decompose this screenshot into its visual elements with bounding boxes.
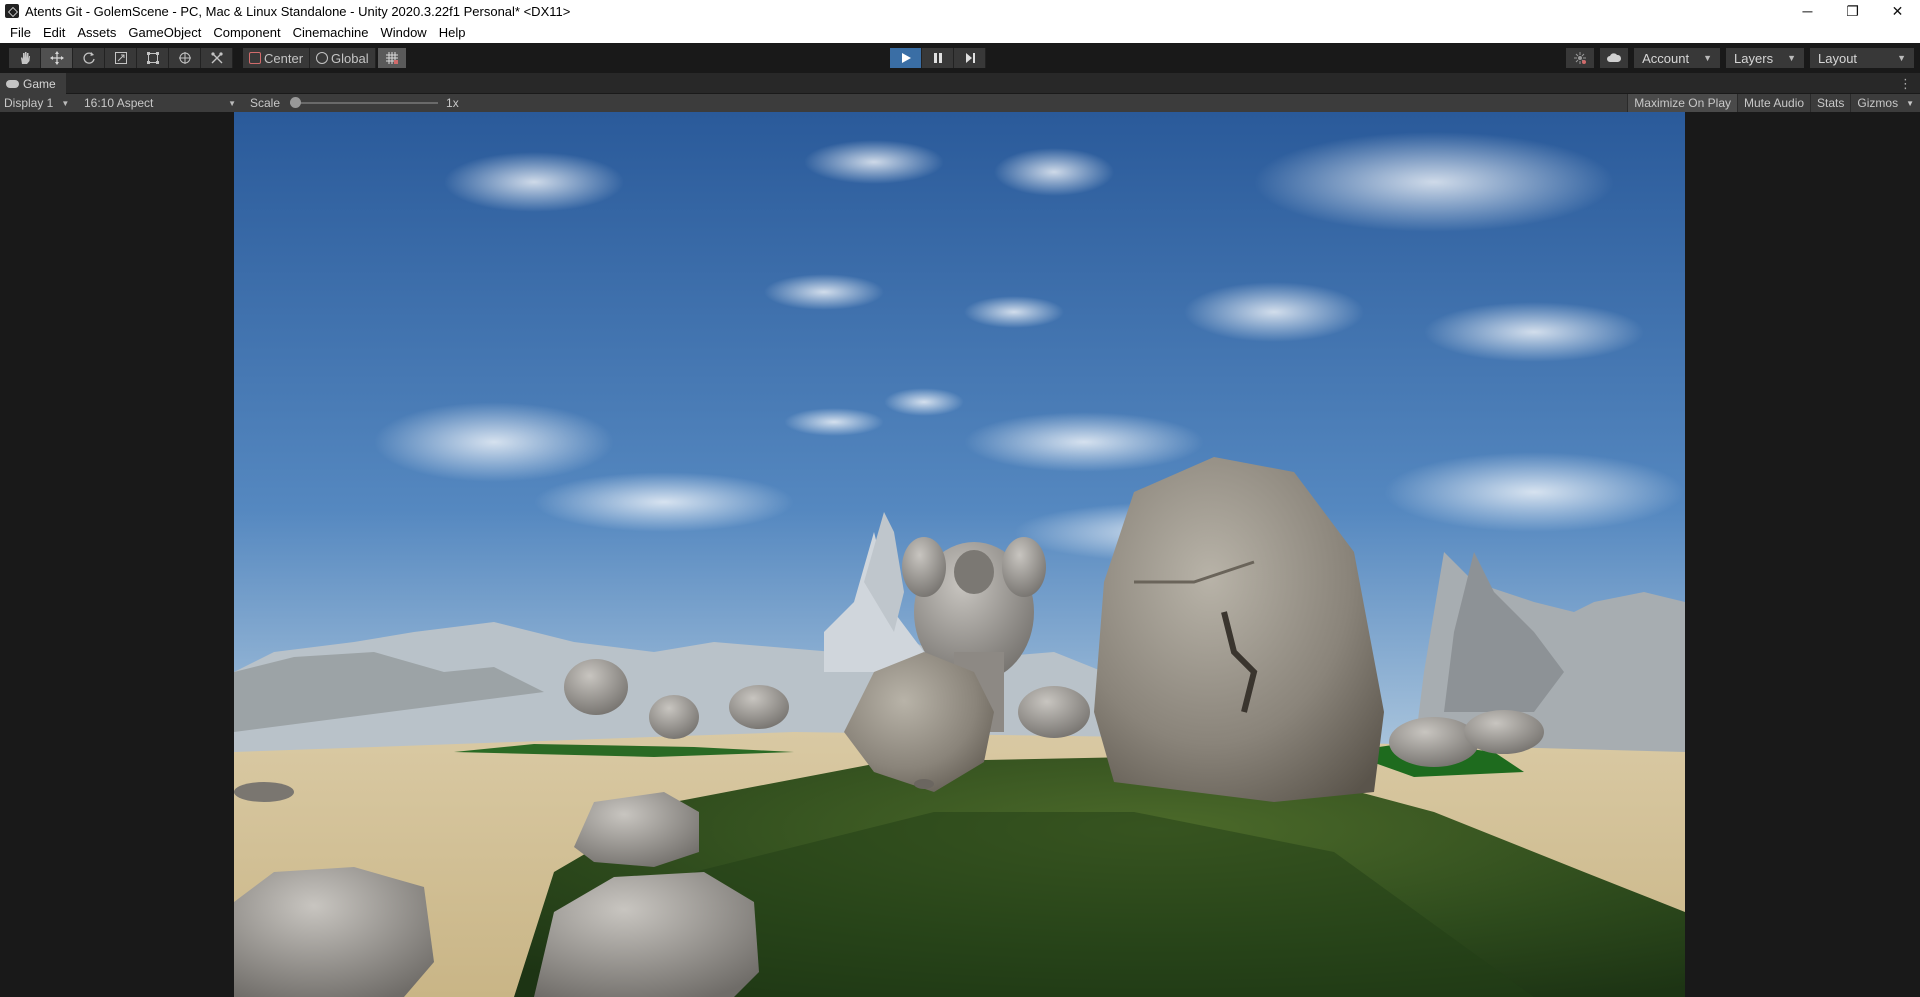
stats-toggle[interactable]: Stats: [1810, 94, 1850, 112]
play-button[interactable]: [890, 48, 922, 68]
layout-dropdown[interactable]: Layout ▼: [1810, 48, 1914, 68]
cloud-button[interactable]: [1600, 48, 1629, 68]
aspect-dropdown[interactable]: 16:10 Aspect ▼: [80, 94, 238, 112]
maximize-on-play-toggle[interactable]: Maximize On Play: [1627, 94, 1737, 112]
game-view-toggles: Maximize On Play Mute Audio Stats Gizmos…: [1627, 94, 1920, 112]
tab-game-label: Game: [23, 76, 56, 91]
gizmos-label: Gizmos: [1857, 96, 1899, 110]
game-render[interactable]: [234, 112, 1685, 997]
hand-tool-button[interactable]: [9, 48, 41, 68]
transform-tool-button[interactable]: [169, 48, 201, 68]
title-bar: Atents Git - GolemScene - PC, Mac & Linu…: [0, 0, 1920, 22]
minimize-button[interactable]: ─: [1785, 0, 1830, 22]
grid-snapping-button[interactable]: [378, 48, 406, 68]
scale-tool-button[interactable]: [105, 48, 137, 68]
mute-audio-toggle[interactable]: Mute Audio: [1737, 94, 1810, 112]
unity-logo-icon: [5, 4, 19, 18]
chevron-down-icon: ▼: [61, 98, 70, 108]
panel-tab-bar: Game ⋮: [0, 73, 1920, 94]
grid-snap-icon: [386, 52, 398, 64]
chevron-down-icon: ▼: [1897, 53, 1906, 63]
transform-tool-icon: [178, 52, 191, 64]
window-controls: ─ ❐ ✕: [1785, 0, 1920, 22]
restore-button[interactable]: ❐: [1830, 0, 1875, 22]
pivot-mode-label: Center: [264, 50, 304, 66]
game-scene-image: [234, 112, 1685, 997]
aspect-label: 16:10 Aspect: [84, 96, 154, 110]
scale-slider[interactable]: [290, 97, 439, 108]
menu-component[interactable]: Component: [207, 25, 286, 40]
rect-tool-button[interactable]: [137, 48, 169, 68]
scale-value: 1x: [446, 96, 459, 110]
menu-file[interactable]: File: [4, 25, 37, 40]
playmode-controls: [890, 48, 986, 68]
step-button[interactable]: [954, 48, 986, 68]
transform-tools: [9, 48, 233, 68]
menu-cinemachine[interactable]: Cinemachine: [287, 25, 375, 40]
close-button[interactable]: ✕: [1875, 0, 1920, 22]
rect-tool-icon: [146, 52, 159, 64]
display-dropdown[interactable]: Display 1 ▼: [0, 94, 80, 112]
pivot-rotation-label: Global: [331, 50, 369, 66]
play-icon: [901, 53, 911, 63]
scale-label: Scale: [250, 96, 281, 110]
chevron-down-icon: ▼: [228, 98, 236, 108]
collab-button[interactable]: [1566, 48, 1595, 68]
layers-label: Layers: [1734, 50, 1774, 66]
pivot-mode-button[interactable]: Center: [243, 48, 311, 68]
cloud-icon: [1607, 53, 1622, 62]
game-view-toolbar: Display 1 ▼ 16:10 Aspect ▼ Scale 1x Maxi…: [0, 94, 1920, 112]
menu-gameobject[interactable]: GameObject: [122, 25, 207, 40]
tab-game[interactable]: Game: [0, 73, 66, 94]
hand-tool-icon: [20, 52, 30, 64]
custom-tool-button[interactable]: [201, 48, 233, 68]
menu-assets[interactable]: Assets: [71, 25, 122, 40]
globe-icon: [316, 52, 329, 64]
chevron-down-icon: ▼: [1703, 53, 1713, 63]
layers-dropdown[interactable]: Layers ▼: [1726, 48, 1804, 68]
step-icon: [965, 53, 975, 63]
pivot-center-icon: [249, 52, 261, 64]
account-label: Account: [1642, 50, 1690, 66]
collab-icon: [1574, 52, 1587, 64]
menu-bar: File Edit Assets GameObject Component Ci…: [0, 22, 1920, 43]
pivot-controls: Center Global: [243, 48, 376, 68]
window-title: Atents Git - GolemScene - PC, Mac & Linu…: [25, 3, 571, 19]
scale-slider-handle[interactable]: [290, 97, 302, 108]
main-toolbar: Center Global Account ▼ Layers ▼ Layout …: [0, 43, 1920, 73]
gamepad-icon: [6, 79, 19, 88]
layout-label: Layout: [1818, 50, 1858, 66]
move-tool-icon: [49, 51, 64, 65]
menu-window[interactable]: Window: [374, 25, 432, 40]
game-viewport[interactable]: [0, 112, 1920, 997]
menu-edit[interactable]: Edit: [37, 25, 71, 40]
kebab-menu-icon[interactable]: ⋮: [1899, 76, 1912, 92]
gizmos-toggle[interactable]: Gizmos ▼: [1850, 94, 1920, 112]
rotate-tool-icon: [82, 52, 95, 64]
menu-help[interactable]: Help: [433, 25, 472, 40]
right-toolbar: Account ▼ Layers ▼ Layout ▼: [1566, 48, 1914, 68]
account-dropdown[interactable]: Account ▼: [1634, 48, 1721, 68]
pause-button[interactable]: [922, 48, 954, 68]
pivot-rotation-button[interactable]: Global: [310, 48, 376, 68]
rotate-tool-button[interactable]: [73, 48, 105, 68]
chevron-down-icon: ▼: [1787, 53, 1796, 63]
move-tool-button[interactable]: [41, 48, 73, 68]
chevron-down-icon: ▼: [1906, 98, 1914, 108]
custom-tool-icon: [210, 52, 223, 64]
scale-tool-icon: [114, 52, 127, 64]
display-label: Display 1: [4, 96, 54, 110]
pause-icon: [933, 53, 942, 63]
